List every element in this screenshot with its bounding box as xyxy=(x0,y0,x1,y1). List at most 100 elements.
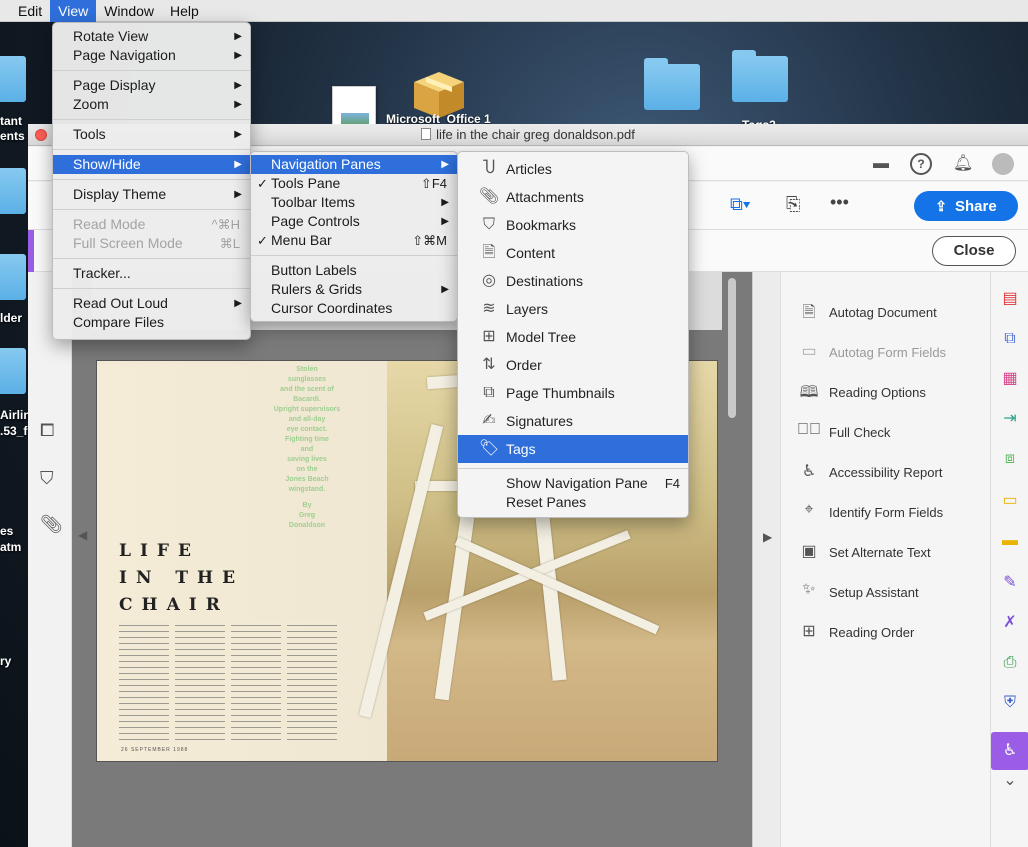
export-pdf-icon[interactable]: ⇥ xyxy=(999,408,1021,430)
menu-item-display-theme[interactable]: Display Theme ▶ xyxy=(53,185,250,204)
menu-item-rotate-view[interactable]: Rotate View ▶ xyxy=(53,27,250,46)
menu-item-page-controls[interactable]: Page Controls ▶ xyxy=(251,212,457,231)
menu-item-menu-bar[interactable]: ✓ Menu Bar ⇧⌘M xyxy=(251,231,457,250)
menu-item-read-mode[interactable]: Read Mode ^⌘H xyxy=(53,215,250,234)
content-icon: 🗎︎ xyxy=(482,244,496,261)
submenu-arrow-icon: ▶ xyxy=(234,99,242,110)
menu-item-reset-panes[interactable]: Reset Panes xyxy=(458,493,688,512)
desktop-label: lder xyxy=(0,311,23,325)
more-tools-icon[interactable]: ••• xyxy=(830,192,849,213)
page-thumbnails-icon[interactable]: ⧠ xyxy=(40,420,60,442)
poem-line: eye contact. xyxy=(286,426,328,433)
destinations-icon: ◎ xyxy=(482,272,496,289)
menu-item-page-navigation[interactable]: Page Navigation ▶ xyxy=(53,46,250,65)
menu-item-order[interactable]: ⇅ Order xyxy=(458,351,688,379)
tool-reading-options[interactable]: 🕮︎ Reading Options xyxy=(797,380,926,404)
menu-item-toolbar-items[interactable]: Toolbar Items ▶ xyxy=(251,193,457,212)
tool-set-alternate-text[interactable]: ▣ Set Alternate Text xyxy=(797,540,930,564)
avatar[interactable] xyxy=(992,153,1014,175)
tool-autotag-document[interactable]: 🗎︎ Autotag Document xyxy=(797,300,937,324)
menu-item-shortcut: ⇧F4 xyxy=(420,176,447,191)
tool-setup-assistant[interactable]: ✨︎ Setup Assistant xyxy=(797,580,918,604)
menu-view[interactable]: View xyxy=(50,0,97,22)
vertical-scrollbar[interactable] xyxy=(728,278,736,418)
comment-tool-icon[interactable]: ▭ xyxy=(999,490,1021,512)
menu-item-model-tree[interactable]: ⊞ Model Tree xyxy=(458,323,688,351)
bell-icon[interactable]: 🔔︎ xyxy=(952,153,974,175)
desktop-folder-icon[interactable] xyxy=(732,50,788,102)
menu-item-signatures[interactable]: ✍︎ Signatures xyxy=(458,407,688,435)
setup-assistant-icon: ✨︎ xyxy=(802,581,816,598)
scroll-mode-icon[interactable]: ⎘ xyxy=(786,194,800,215)
tool-reading-order[interactable]: ⊞ Reading Order xyxy=(797,620,914,644)
menu-item-show-hide[interactable]: Show/Hide ▶ xyxy=(53,155,250,174)
poem-line: and xyxy=(300,446,314,453)
menu-item-label: Order xyxy=(506,357,542,373)
menu-item-read-out-loud[interactable]: Read Out Loud ▶ xyxy=(53,294,250,313)
edit-pdf-icon[interactable]: ⧈ xyxy=(999,448,1021,470)
body-text-column xyxy=(287,621,337,741)
create-pdf-icon[interactable]: ▤ xyxy=(999,288,1021,310)
sticky-note-icon[interactable]: ▬ xyxy=(999,530,1021,552)
desktop-folder-icon[interactable] xyxy=(0,348,26,394)
share-button[interactable]: ⇪ Share xyxy=(914,191,1018,221)
fill-sign-icon[interactable]: ✎ xyxy=(999,572,1021,594)
layers-icon: ≋ xyxy=(482,300,496,317)
bookmark-icon[interactable]: ⛉ xyxy=(40,468,60,490)
share-icon: ⇪ xyxy=(935,198,948,214)
desktop-folder-icon[interactable] xyxy=(0,254,26,300)
menu-item-tracker[interactable]: Tracker... xyxy=(53,264,250,283)
menu-item-destinations[interactable]: ◎ Destinations xyxy=(458,267,688,295)
menu-item-attachments[interactable]: 📎︎ Attachments xyxy=(458,183,688,211)
tool-label: Accessibility Report xyxy=(829,464,943,480)
menu-item-show-navigation-pane[interactable]: Show Navigation Pane F4 xyxy=(458,474,688,493)
menu-item-label: Tracker... xyxy=(73,265,131,281)
menu-help[interactable]: Help xyxy=(162,0,207,22)
menu-item-label: Page Display xyxy=(73,77,156,93)
menu-item-tools-pane[interactable]: ✓ Tools Pane ⇧F4 xyxy=(251,174,457,193)
tool-full-check[interactable]: ✓⃝ Full Check xyxy=(797,420,890,444)
desktop-folder-icon[interactable] xyxy=(644,58,700,110)
poem-line: Bacardi. xyxy=(293,396,321,403)
submenu-arrow-icon: ▶ xyxy=(441,197,449,208)
tool-identify-form-fields[interactable]: ⌖ Identify Form Fields xyxy=(797,500,943,524)
menu-item-page-thumbnails[interactable]: ⧉ Page Thumbnails xyxy=(458,379,688,407)
menu-item-zoom[interactable]: Zoom ▶ xyxy=(53,95,250,114)
menu-item-layers[interactable]: ≋ Layers xyxy=(458,295,688,323)
menu-item-cursor-coordinates[interactable]: Cursor Coordinates xyxy=(251,299,457,318)
organize-pages-icon[interactable]: ▦ xyxy=(999,368,1021,390)
menu-item-bookmarks[interactable]: ⛉ Bookmarks xyxy=(458,211,688,239)
tool-autotag-form-fields[interactable]: ▭ Autotag Form Fields xyxy=(797,340,946,364)
paperclip-icon[interactable]: 📎︎ xyxy=(40,514,63,536)
menu-window[interactable]: Window xyxy=(96,0,162,22)
menu-edit[interactable]: Edit xyxy=(0,0,50,22)
comment-icon[interactable]: ▬ xyxy=(870,153,892,175)
desktop-folder-icon[interactable] xyxy=(0,56,26,102)
desktop-label: ry xyxy=(0,654,12,668)
accessibility-report-icon: ♿︎ xyxy=(801,463,817,480)
request-signature-icon[interactable]: ✗ xyxy=(999,612,1021,634)
desktop-folder-icon[interactable] xyxy=(0,168,26,214)
menu-item-content[interactable]: 🗎︎ Content xyxy=(458,239,688,267)
combine-files-icon[interactable]: ⧉ xyxy=(999,328,1021,350)
chevron-down-icon[interactable]: ⌄ xyxy=(999,770,1021,792)
page-fit-icon[interactable]: ⧉▾ xyxy=(730,194,750,215)
menu-item-button-labels[interactable]: Button Labels xyxy=(251,261,457,280)
menu-item-label: Cursor Coordinates xyxy=(271,300,393,316)
menu-item-navigation-panes[interactable]: Navigation Panes ▶ xyxy=(251,155,457,174)
close-tool-button[interactable]: Close xyxy=(932,236,1016,266)
menu-item-full-screen-mode[interactable]: Full Screen Mode ⌘L xyxy=(53,234,250,253)
menu-item-rulers-grids[interactable]: Rulers & Grids ▶ xyxy=(251,280,457,299)
collapse-pane-arrow-icon[interactable]: ▶ xyxy=(763,530,772,544)
menu-item-articles[interactable]: Ⴎ Articles xyxy=(458,155,688,183)
protect-icon[interactable]: ⛨ xyxy=(999,692,1021,714)
menu-item-tags[interactable]: 🏷︎ Tags xyxy=(458,435,688,463)
menu-item-compare-files[interactable]: Compare Files xyxy=(53,313,250,332)
print-production-icon[interactable]: ⎙ xyxy=(999,652,1021,674)
menu-item-tools[interactable]: Tools ▶ xyxy=(53,125,250,144)
menu-item-page-display[interactable]: Page Display ▶ xyxy=(53,76,250,95)
previous-page-arrow-icon[interactable]: ◀ xyxy=(78,528,87,542)
tool-accessibility-report[interactable]: ♿︎ Accessibility Report xyxy=(797,460,943,484)
help-icon[interactable]: ? xyxy=(910,153,932,175)
accessibility-icon[interactable]: ♿︎ xyxy=(991,732,1028,770)
